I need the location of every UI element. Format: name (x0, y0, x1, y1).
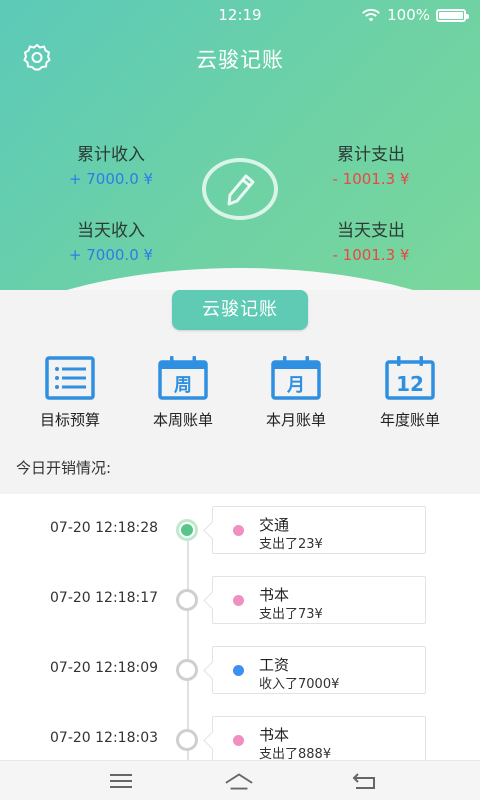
record-time: 07-20 12:18:28 (50, 520, 159, 536)
stat-label: 累计支出 (337, 145, 405, 165)
status-bar: 12:19 100% (0, 0, 480, 30)
calendar-month-icon: 月 (270, 355, 322, 401)
record-category: 交通 (259, 516, 290, 534)
status-right: 100% (361, 6, 469, 24)
menu-icon[interactable] (106, 769, 136, 793)
grid-label: 目标预算 (39, 411, 100, 429)
record-desc: 收入了7000¥ (259, 677, 340, 692)
grid-item-budget[interactable]: 目标预算 (20, 355, 120, 430)
calendar-year-icon: 12 (384, 355, 436, 401)
record-time: 07-20 12:18:09 (50, 660, 159, 676)
system-nav-bar (0, 760, 480, 800)
timeline-dot (176, 519, 198, 541)
stat-label: 当天收入 (77, 221, 145, 241)
section-title: 今日开销情况: (16, 459, 112, 477)
record-category: 书本 (259, 726, 290, 744)
grid-label: 本月账单 (265, 411, 326, 429)
record-category: 书本 (259, 586, 290, 604)
grid-item-year[interactable]: 12 年度账单 (360, 355, 460, 430)
record-desc: 支出了73¥ (259, 607, 323, 622)
stat-today-expense: 当天支出 - 1001.3 ¥ (316, 216, 426, 264)
record-desc: 支出了888¥ (259, 747, 332, 760)
stat-value: + 7000.0 ¥ (68, 246, 154, 264)
record-category: 工资 (259, 656, 290, 674)
timeline-dot (176, 659, 198, 681)
record-list: 07-20 12:18:28 交通 支出了23¥ 07-20 12:18:17 书本 支出… (0, 494, 480, 760)
header-curve (0, 268, 480, 290)
grid-label: 年度账单 (379, 411, 440, 429)
pencil-icon (227, 174, 255, 206)
record-row[interactable]: 07-20 12:18:17 书本支出了73¥ (0, 564, 480, 624)
category-dot (233, 735, 244, 746)
stat-label: 当天支出 (337, 221, 405, 241)
record-row[interactable]: 07-20 12:18:09 工资收入了7000¥ (0, 634, 480, 694)
feature-grid: 目标预算 周 本周账单 月 本月账单 12 年度账单 (0, 355, 480, 445)
stat-total-expense: 累计支出 - 1001.3 ¥ (316, 140, 426, 188)
battery-icon (436, 8, 469, 22)
stat-value: - 1001.3 ¥ (332, 170, 410, 188)
grid-label: 本周账单 (152, 411, 213, 429)
grid-item-month[interactable]: 月 本月账单 (246, 355, 346, 430)
add-record-button[interactable]: 云骏记账 (172, 290, 308, 330)
stat-value: + 7000.0 ¥ (68, 170, 154, 188)
timeline-dot (176, 589, 198, 611)
record-row[interactable]: 07-20 12:18:03 书本支出了888¥ (0, 704, 480, 760)
edit-button[interactable] (202, 158, 278, 220)
record-desc: 支出了23¥ (259, 537, 323, 552)
grid-item-week[interactable]: 周 本周账单 (133, 355, 233, 430)
calendar-glyph: 周 (174, 375, 192, 396)
stat-today-income: 当天收入 + 7000.0 ¥ (56, 216, 166, 264)
record-card[interactable]: 书本支出了888¥ (212, 716, 426, 760)
stat-value: - 1001.3 ¥ (332, 246, 410, 264)
app-title: 云骏记账 (196, 48, 284, 72)
header: 12:19 100% 云骏记账 累计收入 + 7000.0 ¥ 累计支出 - 1… (0, 0, 480, 290)
calendar-glyph: 月 (286, 375, 305, 396)
record-time: 07-20 12:18:17 (50, 590, 159, 606)
wifi-icon (362, 8, 380, 22)
record-time: 07-20 12:18:03 (50, 730, 159, 746)
list-icon (44, 355, 96, 401)
timeline-dot (176, 729, 198, 751)
record-card[interactable]: 交通支出了23¥ (212, 506, 426, 554)
stat-total-income: 累计收入 + 7000.0 ¥ (56, 140, 166, 188)
record-row[interactable]: 07-20 12:18:28 交通支出了23¥ (0, 494, 480, 554)
record-card[interactable]: 书本支出了73¥ (212, 576, 426, 624)
home-icon[interactable] (224, 769, 254, 793)
battery-level: 100% (387, 6, 430, 24)
category-dot (233, 595, 244, 606)
back-icon[interactable] (350, 769, 380, 793)
category-dot (233, 525, 244, 536)
record-card[interactable]: 工资收入了7000¥ (212, 646, 426, 694)
calendar-week-icon: 周 (157, 355, 209, 401)
stat-label: 累计收入 (77, 145, 145, 165)
calendar-glyph: 12 (396, 372, 424, 396)
category-dot (233, 665, 244, 676)
